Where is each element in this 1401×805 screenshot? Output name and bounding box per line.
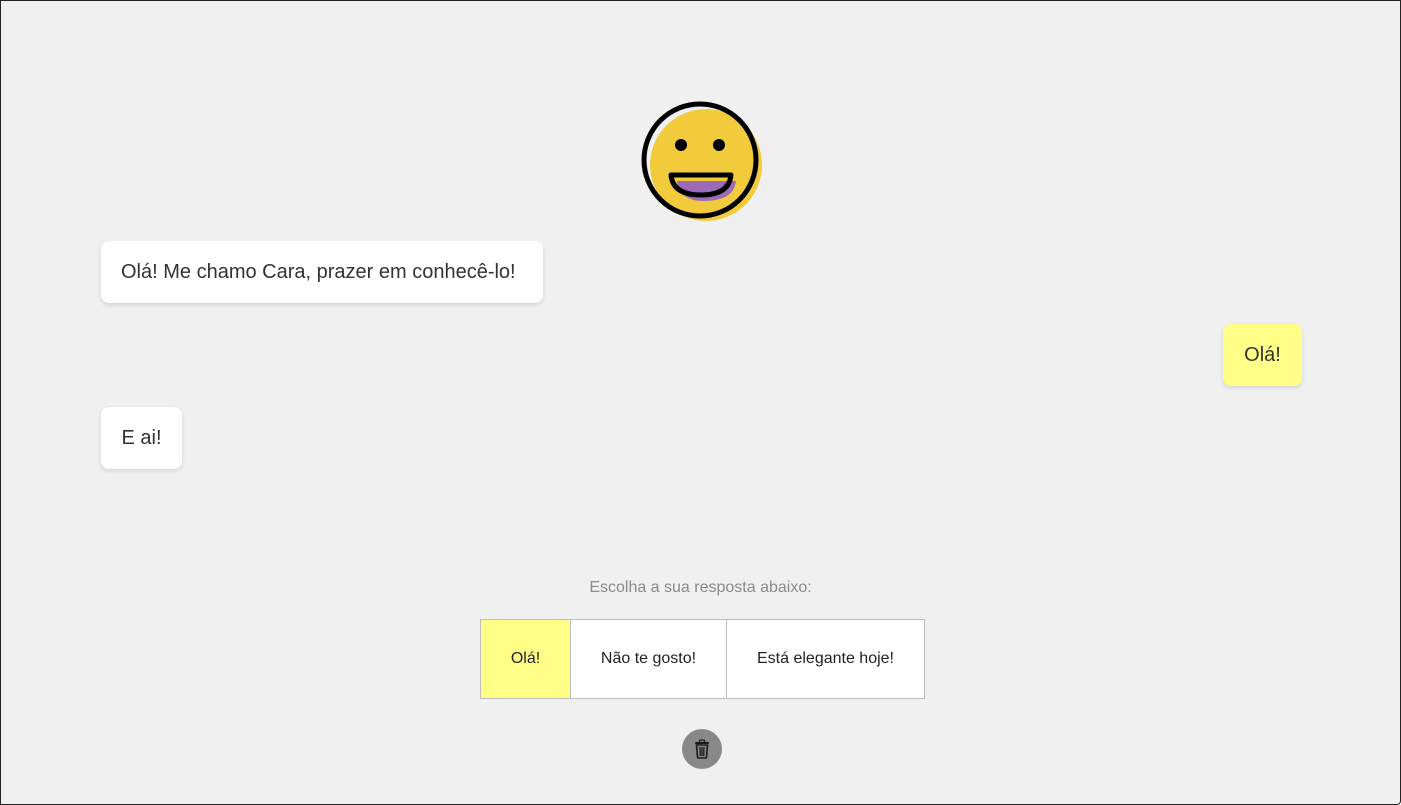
- reply-option-nao-te-gosto[interactable]: Não te gosto!: [571, 619, 727, 699]
- reply-option-esta-elegante[interactable]: Está elegante hoje!: [727, 619, 925, 699]
- reply-prompt: Escolha a sua resposta abaixo:: [589, 579, 812, 596]
- reply-options: Olá! Não te gosto! Está elegante hoje!: [480, 619, 925, 699]
- user-message-bubble: Olá!: [1223, 324, 1302, 386]
- bot-message-bubble: Olá! Me chamo Cara, prazer em conhecê-lo…: [101, 241, 543, 303]
- message-text: E ai!: [121, 426, 162, 449]
- clear-chat-button[interactable]: [682, 729, 722, 769]
- grinning-face-icon: [641, 101, 762, 221]
- message-text: Olá!: [1244, 343, 1281, 366]
- trash-icon: [695, 739, 709, 759]
- bot-avatar: [641, 101, 765, 225]
- reply-option-ola[interactable]: Olá!: [480, 619, 571, 699]
- message-text: Olá! Me chamo Cara, prazer em conhecê-lo…: [121, 260, 516, 283]
- reply-option-label: Não te gosto!: [600, 650, 697, 667]
- chat-window: Olá! Me chamo Cara, prazer em conhecê-lo…: [0, 0, 1401, 805]
- bot-message-bubble: E ai!: [101, 407, 182, 469]
- reply-option-label: Olá!: [510, 650, 541, 667]
- reply-option-label: Está elegante hoje!: [757, 650, 894, 667]
